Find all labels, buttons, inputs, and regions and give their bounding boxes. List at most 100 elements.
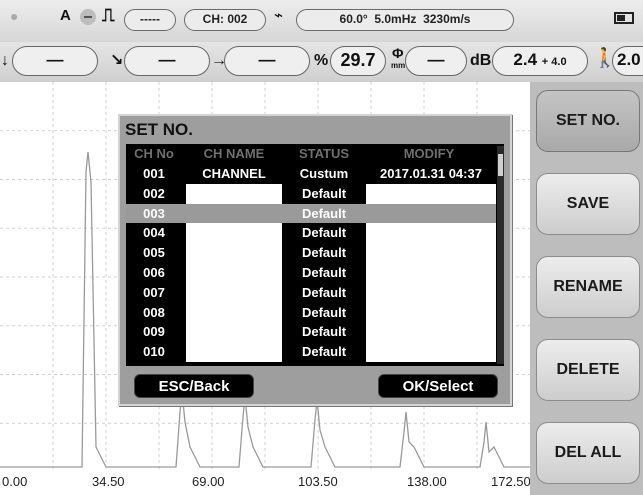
status-cell: Default xyxy=(301,225,347,241)
amplitude-percent-value[interactable]: 29.7 xyxy=(330,46,386,76)
modify-cell: 2017.01.31 04:37 xyxy=(380,166,482,181)
table-row[interactable]: 007 Default xyxy=(126,282,496,303)
ch-name-cell xyxy=(186,224,282,242)
readout-arrow-diagonal[interactable]: — xyxy=(124,46,210,76)
ch-no-cell: 004 xyxy=(143,225,165,241)
minus-icon xyxy=(80,9,96,25)
table-row[interactable]: 005 Default xyxy=(126,243,496,263)
header-modify: MODIFY xyxy=(403,146,455,161)
x-tick-0: 0.00 xyxy=(2,474,28,489)
ch-no-cell: 005 xyxy=(143,245,165,261)
ch-no-cell: 007 xyxy=(143,284,165,300)
scrollbar-thumb[interactable] xyxy=(498,154,503,176)
percent-unit: % xyxy=(314,52,329,69)
status-cell: Default xyxy=(301,205,347,221)
modify-cell xyxy=(366,343,496,361)
dialog-title: SET NO. xyxy=(125,120,194,139)
phi-icon: Φ xyxy=(392,45,404,61)
status-bar: ● A ⎍ ----- CH: 002 ⌁ 60.0° 5.0mHz 3230m… xyxy=(0,0,643,42)
gain-value: 2.4 xyxy=(513,50,538,69)
table-row[interactable]: 004 Default xyxy=(126,223,496,244)
phi-unit: mm xyxy=(391,61,406,70)
header-status: STATUS xyxy=(298,146,350,161)
ch-no-cell: 001 xyxy=(143,166,165,181)
angle-value: 60.0° xyxy=(339,12,368,26)
status-cell: Default xyxy=(301,304,347,320)
set-no-button[interactable]: SET NO. xyxy=(536,90,640,152)
side-menu: SET NO. SAVE RENAME DELETE DEL ALL xyxy=(530,82,643,495)
ch-name-cell xyxy=(186,343,282,361)
status-cell: Default xyxy=(301,185,347,201)
gain-readout[interactable]: 2.4 + 4.0 xyxy=(492,46,588,76)
probe-icon: ⌁ xyxy=(274,7,284,24)
x-tick-5: 172.50 xyxy=(491,474,530,489)
ch-no-cell: 009 xyxy=(143,324,165,340)
header-ch-name: CH NAME xyxy=(203,146,265,161)
status-cell: Default xyxy=(301,265,347,280)
arrow-diagonal-icon: ↘ xyxy=(110,52,124,69)
status-cell: Default xyxy=(301,324,347,340)
ch-name-cell xyxy=(186,323,282,341)
ch-no-cell: 010 xyxy=(143,344,165,360)
modify-cell xyxy=(366,323,496,341)
x-tick-3: 103.50 xyxy=(298,474,338,489)
phi-value[interactable]: — xyxy=(405,46,467,76)
readout-bar: ↓ — ↘ — → — % 29.7 Φ mm — dB 2.4 + 4.0 🚶… xyxy=(0,42,643,82)
modify-cell xyxy=(366,244,496,262)
velocity-value: 3230m/s xyxy=(423,12,471,26)
delete-button[interactable]: DELETE xyxy=(536,339,640,401)
table-row[interactable]: 001 CHANNEL Custum 2017.01.31 04:37 xyxy=(126,164,496,184)
arrow-down-icon: ↓ xyxy=(1,52,9,69)
channel-table: CH No CH NAME STATUS MODIFY 001 CHANNEL Cu… xyxy=(126,144,504,366)
modify-cell xyxy=(366,264,496,282)
table-row[interactable]: 010 Default xyxy=(126,342,496,362)
x-tick-4: 138.00 xyxy=(407,474,447,489)
mode-a-label: A xyxy=(60,7,71,24)
modify-cell xyxy=(366,284,496,302)
readout-arrow-right[interactable]: — xyxy=(224,46,310,76)
ch-name-cell xyxy=(186,264,282,282)
modify-cell xyxy=(366,185,496,203)
readout-arrow-down[interactable]: — xyxy=(12,46,98,76)
header-ch-no: CH No xyxy=(134,146,174,161)
table-row[interactable]: 008 Default xyxy=(126,302,496,323)
table-row[interactable]: 009 Default xyxy=(126,322,496,343)
pulse-icon: ⎍ xyxy=(102,5,115,25)
probe-params[interactable]: 60.0° 5.0mHz 3230m/s xyxy=(296,9,514,31)
rename-button[interactable]: RENAME xyxy=(536,256,640,318)
table-scrollbar[interactable] xyxy=(497,146,504,364)
ch-no-cell: 008 xyxy=(143,304,165,320)
pulse-setting[interactable]: ----- xyxy=(124,9,176,31)
status-cell: Default xyxy=(301,245,347,261)
x-tick-1: 34.50 xyxy=(92,474,125,489)
ch-no-cell: 003 xyxy=(143,205,165,221)
ch-name-cell xyxy=(186,185,282,203)
channel-indicator[interactable]: CH: 002 xyxy=(184,9,266,31)
gain-offset: + 4.0 xyxy=(541,56,567,68)
db-unit: dB xyxy=(470,52,492,69)
modify-cell xyxy=(366,205,496,223)
table-row[interactable]: 003 Default xyxy=(126,203,496,224)
ch-name-cell xyxy=(186,284,282,302)
ok-select-button[interactable]: OK/Select xyxy=(378,374,498,398)
set-no-dialog: SET NO. CH No CH NAME STATUS MODIFY 001 C… xyxy=(118,114,512,406)
status-cell: Default xyxy=(301,284,347,300)
modify-cell xyxy=(366,224,496,242)
frequency-value: 5.0mHz xyxy=(374,12,417,26)
extra-readout[interactable]: 2.0 xyxy=(612,46,643,76)
ch-no-cell: 002 xyxy=(143,185,165,201)
ch-name-cell xyxy=(186,244,282,262)
circle-icon: ● xyxy=(10,8,19,24)
save-button[interactable]: SAVE xyxy=(536,173,640,235)
ch-no-cell: 006 xyxy=(143,265,165,280)
ch-name-cell xyxy=(186,304,282,322)
x-tick-2: 69.00 xyxy=(192,474,225,489)
esc-back-button[interactable]: ESC/Back xyxy=(134,374,254,398)
modify-cell xyxy=(366,304,496,322)
ch-name-cell: CHANNEL xyxy=(202,166,266,181)
status-cell: Custum xyxy=(299,166,349,181)
table-row[interactable]: 006 Default xyxy=(126,263,496,283)
delete-all-button[interactable]: DEL ALL xyxy=(536,422,640,484)
table-row[interactable]: 002 Default xyxy=(126,183,496,204)
battery-icon xyxy=(614,12,634,24)
